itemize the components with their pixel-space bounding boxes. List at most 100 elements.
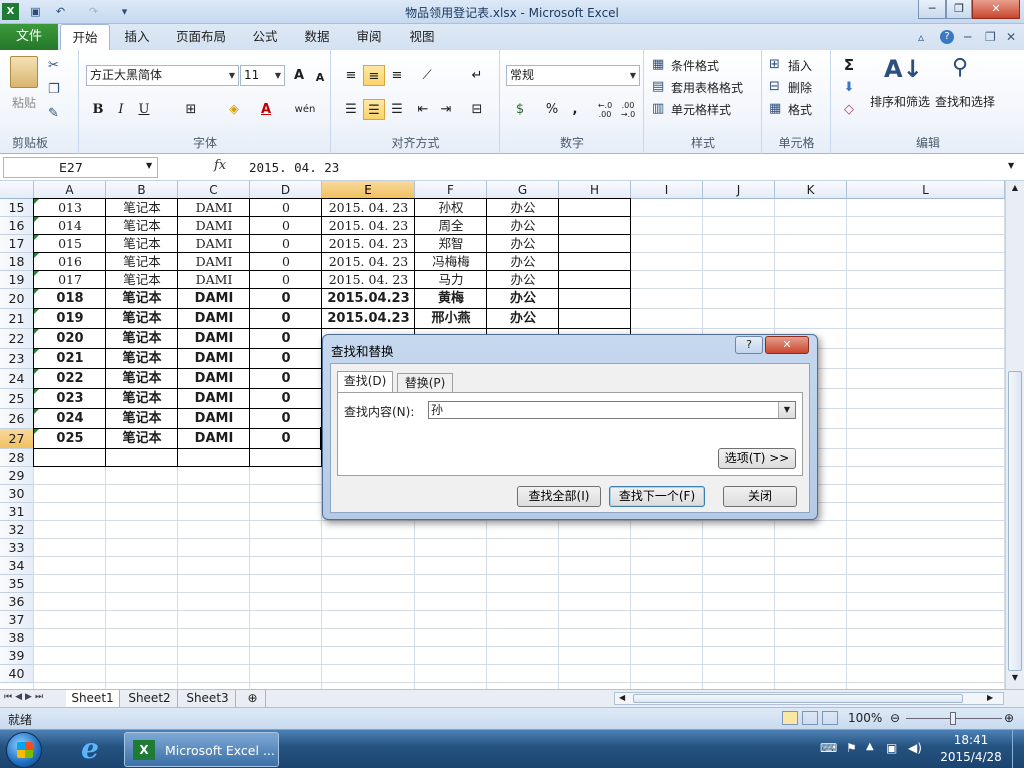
tab-find[interactable]: 查找(D) (337, 371, 393, 393)
cell-g20[interactable]: 办公 (487, 289, 559, 309)
cell-b25[interactable]: 笔记本 (106, 389, 178, 409)
cell-g18[interactable]: 办公 (487, 253, 559, 271)
restore-button[interactable]: ❐ (946, 0, 972, 19)
cell-d15[interactable]: 0 (250, 199, 322, 217)
cell-d27[interactable]: 0 (250, 429, 322, 449)
percent-button[interactable]: % (541, 99, 563, 120)
select-all-corner[interactable] (0, 181, 34, 199)
currency-icon[interactable]: $ (509, 99, 531, 120)
name-box[interactable]: E27 (3, 157, 158, 178)
align-top-icon[interactable]: ≡ (340, 65, 362, 86)
sort-filter-button[interactable]: 排序和筛选 (870, 93, 930, 110)
clock-date[interactable]: 2015/4/28 (936, 750, 1006, 764)
row-header-25[interactable]: 25 (0, 389, 34, 409)
column-header-g[interactable]: G (487, 181, 559, 199)
doc-restore-icon[interactable]: ❐ (985, 30, 996, 44)
align-right-icon[interactable]: ☰ (386, 99, 408, 120)
cell-b23[interactable]: 笔记本 (106, 349, 178, 369)
cell-b17[interactable]: 笔记本 (106, 235, 178, 253)
row-header-40[interactable]: 40 (0, 665, 34, 683)
row-header-39[interactable]: 39 (0, 647, 34, 665)
cell-e17[interactable]: 2015. 04. 23 (322, 235, 415, 253)
cell-g17[interactable]: 办公 (487, 235, 559, 253)
doc-close-icon[interactable]: ✕ (1006, 30, 1016, 44)
autosum-button[interactable]: Σ (838, 55, 860, 76)
cell-a16[interactable]: 014 (34, 217, 106, 235)
cell-b22[interactable]: 笔记本 (106, 329, 178, 349)
column-header-d[interactable]: D (250, 181, 322, 199)
h-scroll-thumb[interactable] (633, 694, 963, 703)
start-button[interactable] (6, 732, 42, 768)
column-header-k[interactable]: K (775, 181, 847, 199)
row-header-20[interactable]: 20 (0, 289, 34, 309)
sort-filter-icon[interactable]: A↓ (884, 55, 923, 83)
cell-a24[interactable]: 022 (34, 369, 106, 389)
error-indicator-icon[interactable] (34, 349, 39, 354)
paste-button[interactable]: 粘贴 (12, 94, 36, 111)
chevron-down-icon[interactable]: ▼ (146, 161, 152, 170)
wrap-text-icon[interactable]: ↵ (466, 65, 488, 86)
error-indicator-icon[interactable] (34, 271, 39, 276)
cell-a17[interactable]: 015 (34, 235, 106, 253)
conditional-format-button[interactable]: 条件格式 (671, 57, 719, 74)
tab-home[interactable]: 开始 (60, 24, 110, 51)
cell-d23[interactable]: 0 (250, 349, 322, 369)
row-header-21[interactable]: 21 (0, 309, 34, 329)
row-header-34[interactable]: 34 (0, 557, 34, 575)
cell-c17[interactable]: DAMI (178, 235, 250, 253)
scroll-up-icon[interactable]: ▲ (1008, 183, 1022, 197)
page-layout-view-icon[interactable] (802, 711, 818, 725)
error-indicator-icon[interactable] (34, 369, 39, 374)
tab-insert[interactable]: 插入 (115, 24, 159, 50)
error-indicator-icon[interactable] (34, 389, 39, 394)
cell-a21[interactable]: 019 (34, 309, 106, 329)
zoom-level[interactable]: 100% (848, 711, 882, 725)
cell-f21[interactable]: 邢小燕 (415, 309, 487, 329)
error-indicator-icon[interactable] (34, 217, 39, 222)
page-break-view-icon[interactable] (822, 711, 838, 725)
cell-e21[interactable]: 2015.04.23 (322, 309, 415, 329)
find-all-button[interactable]: 查找全部(I) (517, 486, 601, 507)
error-indicator-icon[interactable] (34, 199, 39, 204)
cell-d25[interactable]: 0 (250, 389, 322, 409)
cell-d16[interactable]: 0 (250, 217, 322, 235)
minimize-ribbon-icon[interactable]: ▵ (918, 30, 924, 44)
help-icon[interactable]: ? (940, 30, 954, 44)
row-header-33[interactable]: 33 (0, 539, 34, 557)
row-header-15[interactable]: 15 (0, 199, 34, 217)
cell-g16[interactable]: 办公 (487, 217, 559, 235)
find-select-button[interactable]: 查找和选择 (935, 93, 995, 110)
grow-font-button[interactable]: A (288, 65, 310, 86)
volume-icon[interactable]: ◀) (908, 741, 922, 755)
sheet-tab-1[interactable]: Sheet1 (66, 690, 120, 707)
row-header-23[interactable]: 23 (0, 349, 34, 369)
cell-c16[interactable]: DAMI (178, 217, 250, 235)
cell-d19[interactable]: 0 (250, 271, 322, 289)
find-input[interactable]: 孙 (428, 401, 796, 419)
cell-c26[interactable]: DAMI (178, 409, 250, 429)
doc-minimize-icon[interactable]: ─ (964, 30, 971, 44)
align-bottom-icon[interactable]: ≡ (386, 65, 408, 86)
sheet-tab-3[interactable]: Sheet3 (180, 690, 236, 707)
tab-view[interactable]: 视图 (400, 24, 444, 50)
row-header-28[interactable]: 28 (0, 449, 34, 467)
cell-a18[interactable]: 016 (34, 253, 106, 271)
notification-icon[interactable]: ⚑ (846, 741, 857, 755)
cell-styles-button[interactable]: 单元格样式 (671, 101, 731, 118)
cell-d24[interactable]: 0 (250, 369, 322, 389)
row-header-38[interactable]: 38 (0, 629, 34, 647)
error-indicator-icon[interactable] (34, 409, 39, 414)
dialog-help-button[interactable]: ? (735, 336, 763, 354)
tab-data[interactable]: 数据 (295, 24, 339, 50)
cell-e20[interactable]: 2015.04.23 (322, 289, 415, 309)
cell-c18[interactable]: DAMI (178, 253, 250, 271)
new-sheet-icon[interactable]: ⊕ (240, 690, 266, 707)
cell-b21[interactable]: 笔记本 (106, 309, 178, 329)
cell-f17[interactable]: 郑智 (415, 235, 487, 253)
cell-d21[interactable]: 0 (250, 309, 322, 329)
close-button[interactable]: ✕ (972, 0, 1020, 19)
zoom-out-icon[interactable]: ⊖ (890, 711, 900, 725)
cell-c22[interactable]: DAMI (178, 329, 250, 349)
row-header-29[interactable]: 29 (0, 467, 34, 485)
border-icon[interactable]: ⊞ (180, 99, 202, 120)
